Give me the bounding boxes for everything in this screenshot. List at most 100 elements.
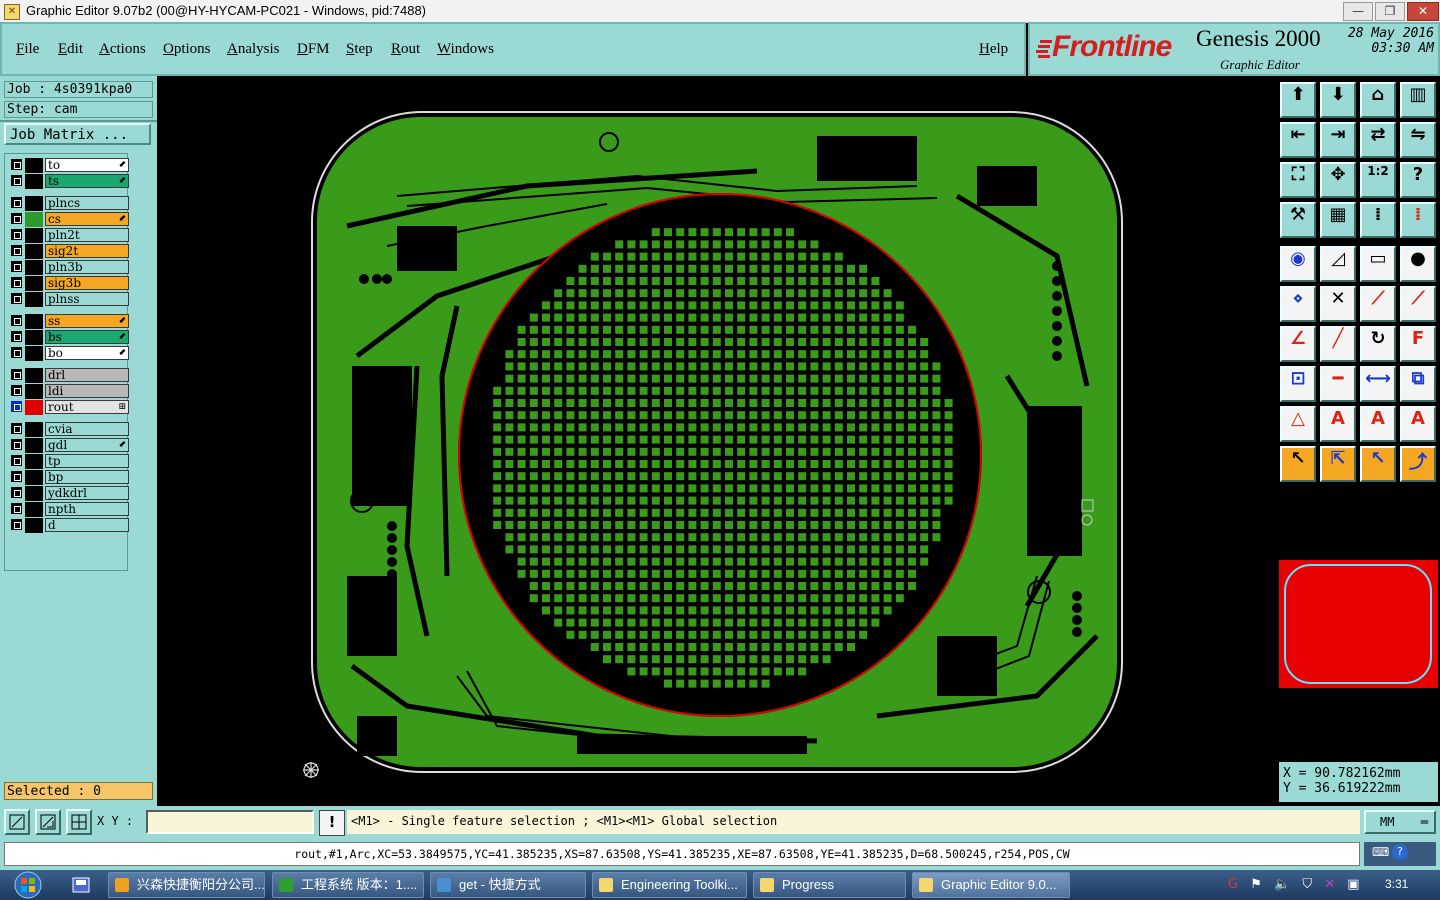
layer-name[interactable]: rout ⊞ (45, 400, 129, 414)
layer-checkbox[interactable] (11, 261, 22, 272)
pad-add-icon[interactable]: ◉ (1280, 246, 1316, 282)
layer-checkbox[interactable] (11, 471, 22, 482)
unit-selector[interactable]: MM ═ (1364, 810, 1436, 834)
layer-name[interactable]: gdl ⬋ (45, 438, 129, 452)
layer-checkbox[interactable] (11, 401, 22, 412)
move-left-icon[interactable]: ⇤ (1280, 122, 1316, 158)
layer-row-bo[interactable]: bo ⬋ (9, 346, 129, 361)
layer-affected-swatch[interactable] (25, 212, 43, 227)
taskbar-button[interactable]: Progress (753, 872, 906, 898)
pcb-board-view[interactable] (157, 76, 1277, 806)
layer-name[interactable]: ts ⬋ (45, 174, 129, 188)
layer-checkbox[interactable] (11, 197, 22, 208)
job-matrix-button[interactable]: Job Matrix ... (4, 123, 151, 145)
layer-row-gdl[interactable]: gdl ⬋ (9, 438, 129, 453)
center-icon[interactable]: ✥ (1320, 162, 1356, 198)
layer-affected-swatch[interactable] (25, 518, 43, 533)
layer-name[interactable]: cs ⬋ (45, 212, 129, 226)
layer-affected-swatch[interactable] (25, 502, 43, 517)
line-diagonal-icon[interactable]: ╱ (1320, 326, 1356, 362)
swap-icon[interactable]: ⇋ (1400, 122, 1436, 158)
triangle-a-icon[interactable]: A (1320, 406, 1356, 442)
layer-affected-swatch[interactable] (25, 228, 43, 243)
text-f-icon[interactable]: F (1400, 326, 1436, 362)
layer-checkbox[interactable] (11, 245, 22, 256)
layer-affected-swatch[interactable] (25, 346, 43, 361)
line-connect-icon[interactable]: ⟋ (1360, 286, 1396, 322)
layer-name[interactable]: pln3b (45, 260, 129, 274)
quick-launch-icon[interactable] (70, 874, 92, 896)
grid-icon[interactable]: ▦ (1320, 202, 1356, 238)
layer-row-pln3b[interactable]: pln3b (9, 260, 129, 275)
layer-affected-swatch[interactable] (25, 174, 43, 189)
taskbar-button[interactable]: 工程系统 版本：1.... (272, 872, 424, 898)
warning-button[interactable]: ! (319, 810, 345, 836)
layer-row-to[interactable]: to ⬋ (9, 158, 129, 173)
layer-row-bs[interactable]: bs ⬋ (9, 330, 129, 345)
layer-row-rout[interactable]: rout ⊞ (9, 400, 129, 415)
layer-checkbox[interactable] (11, 229, 22, 240)
layer-name[interactable]: sig3b (45, 276, 129, 290)
help-circle-icon[interactable]: ? (1392, 844, 1408, 860)
cross-icon[interactable]: ✕ (1320, 286, 1356, 322)
measure-tool-icon[interactable]: ⚒ (1280, 202, 1316, 238)
action-center-icon[interactable]: ▣ (1347, 877, 1359, 892)
triangle-icon[interactable]: △ (1280, 406, 1316, 442)
layer-affected-swatch[interactable] (25, 244, 43, 259)
layer-affected-swatch[interactable] (25, 196, 43, 211)
menu-rout[interactable]: Rout (391, 41, 420, 58)
layer-name[interactable]: cvia (45, 422, 129, 436)
dash-icon[interactable]: ━ (1320, 366, 1356, 402)
layer-affected-swatch[interactable] (25, 260, 43, 275)
keyboard-icon[interactable]: ⌨ (1372, 845, 1389, 859)
layer-name[interactable]: tp (45, 454, 129, 468)
tray-x-icon[interactable]: ✕ (1324, 877, 1335, 892)
layer-name[interactable]: bp (45, 470, 129, 484)
app-icon[interactable]: ✕ (4, 4, 20, 20)
help-question-icon[interactable]: ? (1400, 162, 1436, 198)
copy-down-icon[interactable]: ⬇ (1320, 82, 1356, 118)
layer-affected-swatch[interactable] (25, 422, 43, 437)
layer-checkbox[interactable] (11, 293, 22, 304)
layer-affected-swatch[interactable] (25, 470, 43, 485)
start-orb-icon[interactable] (8, 871, 48, 899)
layer-name[interactable]: ldi (45, 384, 129, 398)
select-path-icon[interactable]: ⤴ (1400, 446, 1436, 482)
layer-name[interactable]: plnss (45, 292, 129, 306)
select-circle-icon[interactable]: ↖ (1360, 446, 1396, 482)
tray-app-icon[interactable]: G (1228, 877, 1238, 892)
layer-checkbox[interactable] (11, 175, 22, 186)
minimize-button[interactable]: — (1343, 2, 1373, 21)
close-button[interactable]: ✕ (1407, 2, 1439, 21)
layer-affected-swatch[interactable] (25, 384, 43, 399)
network-icon[interactable]: ⚑ (1250, 877, 1262, 892)
node-edit-icon[interactable]: ⋄ (1280, 286, 1316, 322)
layer-checkbox[interactable] (11, 213, 22, 224)
layer-row-sig3b[interactable]: sig3b (9, 276, 129, 291)
layer-row-ss[interactable]: ss ⬋ (9, 314, 129, 329)
circle-pad-icon[interactable]: ● (1400, 246, 1436, 282)
fit-icon[interactable]: ⛶ (1280, 162, 1316, 198)
triangle-a-bold-icon[interactable]: A (1360, 406, 1396, 442)
taskbar-button[interactable]: 兴森快捷衡阳分公司... (108, 872, 265, 898)
dimension-icon[interactable]: ⟷ (1360, 366, 1396, 402)
angle-icon[interactable]: ∠ (1280, 326, 1316, 362)
move-right-icon[interactable]: ⇥ (1320, 122, 1356, 158)
taskbar-button[interactable]: Graphic Editor 9.0... (912, 872, 1070, 898)
layer-name[interactable]: npth (45, 502, 129, 516)
layer-name[interactable]: pln2t (45, 228, 129, 242)
layer-row-ts[interactable]: ts ⬋ (9, 174, 129, 189)
zoom-out-icon[interactable] (4, 809, 30, 835)
layer-affected-swatch[interactable] (25, 292, 43, 307)
layer-affected-swatch[interactable] (25, 438, 43, 453)
triangle-a-bar-icon[interactable]: A (1400, 406, 1436, 442)
menu-options[interactable]: Options (163, 41, 211, 58)
layer-checkbox[interactable] (11, 347, 22, 358)
layer-checkbox[interactable] (11, 423, 22, 434)
layer-affected-swatch[interactable] (25, 276, 43, 291)
arc-icon[interactable]: ↻ (1360, 326, 1396, 362)
layer-row-pln2t[interactable]: pln2t (9, 228, 129, 243)
layer-name[interactable]: bo ⬋ (45, 346, 129, 360)
layer-checkbox[interactable] (11, 385, 22, 396)
layer-affected-swatch[interactable] (25, 454, 43, 469)
